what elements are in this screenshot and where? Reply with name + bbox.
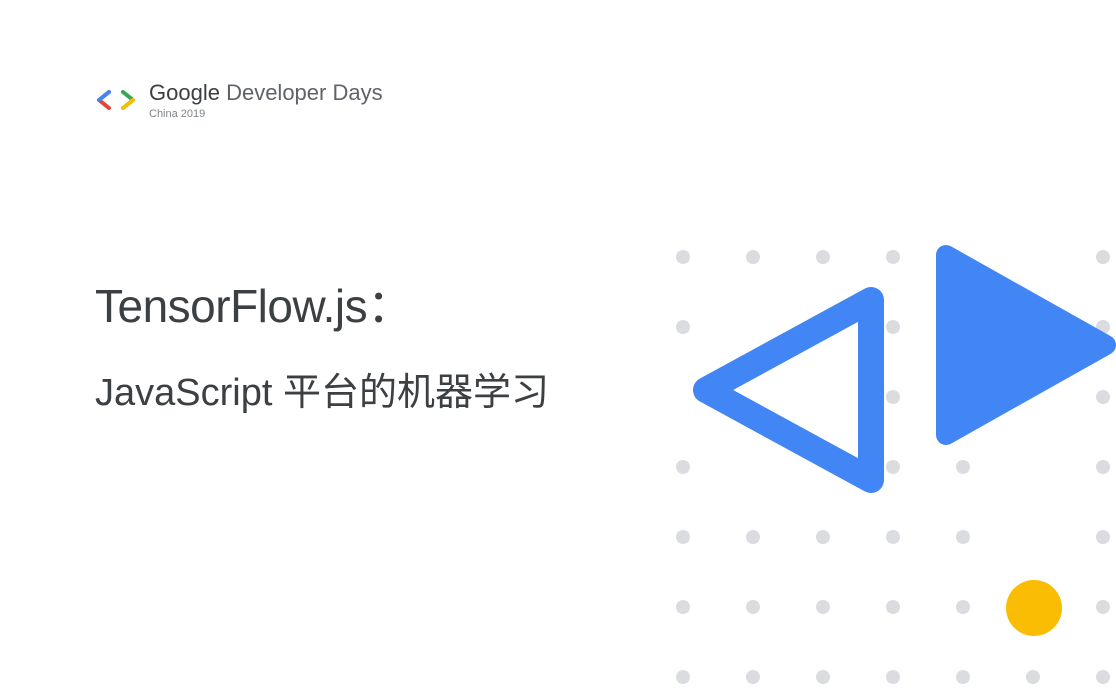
header-main-text: Google Developer Days [149, 80, 383, 106]
title-section: TensorFlow.js： JavaScript 平台的机器学习 [95, 270, 549, 416]
dot-icon [746, 600, 760, 614]
decorative-graphics [656, 220, 1116, 700]
triangle-outline-icon [676, 270, 896, 515]
dot-icon [816, 530, 830, 544]
dot-icon [816, 250, 830, 264]
dot-icon [746, 250, 760, 264]
dot-icon [746, 530, 760, 544]
dot-icon [1096, 460, 1110, 474]
dot-icon [676, 530, 690, 544]
dot-icon [886, 600, 900, 614]
dot-icon [1096, 530, 1110, 544]
header-brand: Google [149, 80, 220, 105]
dot-icon [676, 600, 690, 614]
dot-icon [816, 670, 830, 684]
dot-icon [746, 670, 760, 684]
title-line-2: JavaScript 平台的机器学习 [95, 361, 549, 416]
dot-icon [676, 670, 690, 684]
dot-icon [956, 670, 970, 684]
dot-icon [886, 530, 900, 544]
dot-icon [676, 250, 690, 264]
dot-icon [956, 600, 970, 614]
dot-icon [956, 530, 970, 544]
triangle-filled-icon [921, 235, 1116, 460]
dot-icon [1096, 670, 1110, 684]
dot-icon [1096, 600, 1110, 614]
dot-icon [1026, 670, 1040, 684]
dot-icon [886, 670, 900, 684]
code-brackets-icon [95, 88, 137, 112]
header-logo: Google Developer Days China 2019 [95, 80, 383, 120]
dot-icon [816, 600, 830, 614]
header-text: Google Developer Days China 2019 [149, 80, 383, 120]
dot-icon [956, 460, 970, 474]
title-line-1: TensorFlow.js： [95, 270, 549, 336]
yellow-circle-icon [1006, 580, 1062, 636]
header-event: Developer Days [226, 80, 383, 105]
header-subtitle: China 2019 [149, 108, 383, 120]
dot-icon [886, 250, 900, 264]
